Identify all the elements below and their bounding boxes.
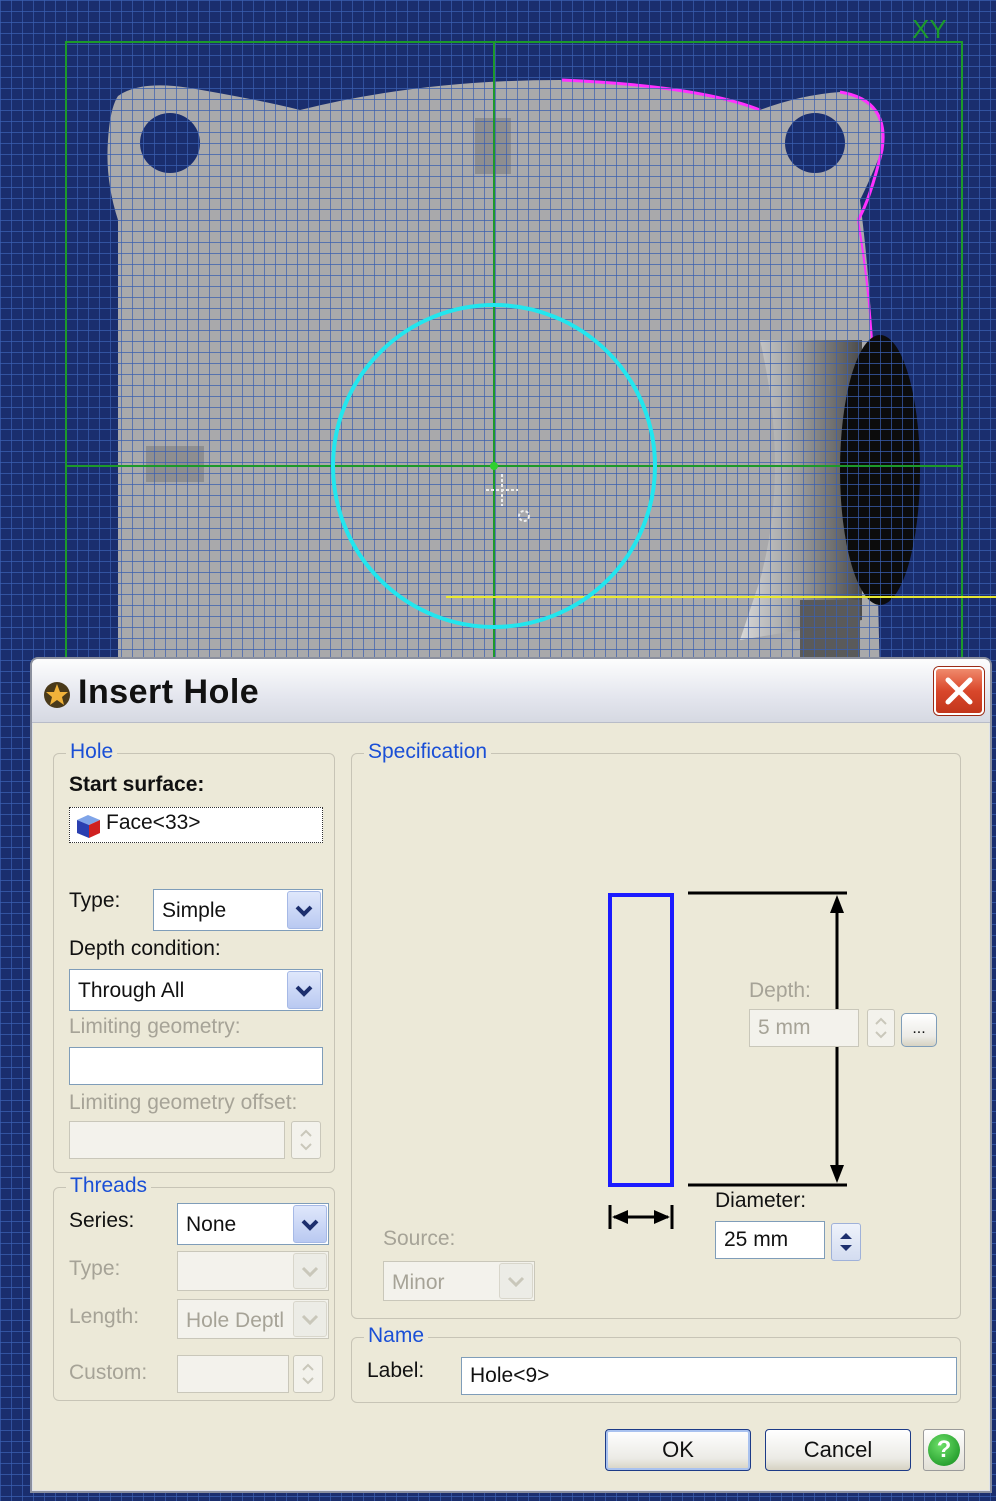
spinner-arrows-icon (875, 1017, 887, 1039)
ok-button[interactable]: OK (605, 1429, 751, 1471)
limiting-geometry-label: Limiting geometry: (69, 1015, 241, 1038)
thread-length-value: Hole Deptl (186, 1309, 285, 1332)
hole-feature-icon (44, 682, 70, 708)
threads-group-legend: Threads (66, 1174, 152, 1198)
hole-dimension-diagram (608, 891, 847, 1229)
depth-label: Depth: (749, 979, 811, 1002)
limiting-offset-label: Limiting geometry offset: (69, 1091, 298, 1114)
start-surface-value: Face<33> (106, 811, 201, 834)
help-glyph: ? (936, 1436, 952, 1463)
depth-condition-value: Through All (78, 979, 185, 1002)
hole-type-label: Type: (69, 889, 121, 912)
source-label: Source: (383, 1227, 456, 1250)
chevron-down-icon[interactable] (293, 1205, 327, 1243)
thread-series-value: None (186, 1213, 237, 1236)
dialog-titlebar[interactable]: Insert Hole (32, 659, 990, 723)
thread-custom-spinner[interactable] (293, 1355, 323, 1393)
face-selection-icon (77, 815, 100, 838)
source-select[interactable]: Minor (383, 1261, 535, 1301)
thread-length-label: Length: (69, 1305, 140, 1328)
help-button[interactable]: ? (923, 1429, 965, 1471)
chevron-down-icon[interactable] (287, 891, 321, 929)
name-group-legend: Name (364, 1324, 429, 1348)
spinner-arrows-icon (302, 1363, 314, 1385)
source-value: Minor (392, 1271, 445, 1294)
thread-type-label: Type: (69, 1257, 121, 1280)
thread-type-select[interactable] (177, 1251, 329, 1291)
chevron-down-icon[interactable] (293, 1301, 327, 1337)
depth-spinner[interactable] (867, 1009, 895, 1047)
start-surface-label: Start surface: (69, 773, 205, 796)
cancel-button[interactable]: Cancel (765, 1429, 911, 1471)
limiting-geometry-field[interactable] (69, 1047, 323, 1085)
start-surface-field[interactable]: Face<33> (69, 807, 323, 843)
name-label-field[interactable]: Hole<9> (461, 1357, 957, 1395)
help-icon: ? (928, 1434, 960, 1466)
thread-series-label: Series: (69, 1209, 135, 1232)
hole-type-select[interactable]: Simple (153, 889, 323, 931)
diameter-spinner[interactable] (831, 1223, 861, 1261)
depth-more-button[interactable]: ... (901, 1013, 937, 1047)
limiting-offset-spinner[interactable] (291, 1121, 321, 1159)
depth-condition-label: Depth condition: (69, 937, 221, 960)
close-icon (945, 677, 973, 705)
hole-type-value: Simple (162, 899, 227, 922)
chevron-down-icon[interactable] (287, 971, 321, 1009)
dialog-title: Insert Hole (78, 673, 260, 711)
sketch-plane-label: XY (912, 14, 947, 44)
close-button[interactable] (934, 667, 984, 715)
hole-group-legend: Hole (66, 740, 118, 764)
name-label-label: Label: (367, 1359, 425, 1382)
thread-custom-label: Custom: (69, 1361, 148, 1384)
limiting-offset-field[interactable] (69, 1121, 285, 1159)
insert-hole-dialog: Insert Hole Hole Start surface: Face<33>… (30, 657, 992, 1493)
depth-field[interactable]: 5 mm (749, 1009, 859, 1047)
thread-series-select[interactable]: None (177, 1203, 329, 1245)
thread-custom-field[interactable] (177, 1355, 289, 1393)
diameter-field[interactable]: 25 mm (715, 1221, 825, 1259)
chevron-down-icon[interactable] (293, 1253, 327, 1289)
hole-profile-rect (608, 893, 674, 1187)
depth-condition-select[interactable]: Through All (69, 969, 323, 1011)
specification-group-legend: Specification (364, 740, 492, 764)
spinner-arrows-icon (840, 1233, 852, 1251)
spinner-arrows-icon (300, 1129, 312, 1151)
diameter-label: Diameter: (715, 1189, 807, 1212)
thread-length-select[interactable]: Hole Deptl (177, 1299, 329, 1339)
chevron-down-icon[interactable] (499, 1263, 533, 1299)
